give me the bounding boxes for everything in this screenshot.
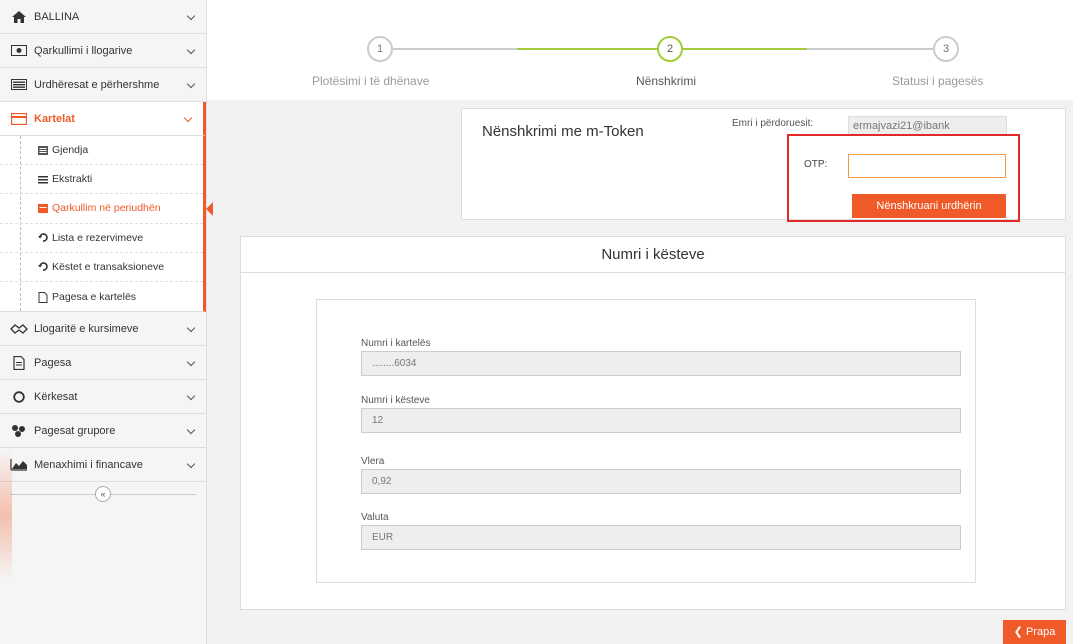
sidebar-item-label: Kërkesat <box>34 390 78 403</box>
sidebar: BALLINA Qarkullimi i llogarive Urdhëresa… <box>0 0 213 644</box>
submenu-item-label: Këstet e transaksioneve <box>52 260 165 273</box>
list-icon <box>10 78 28 92</box>
currency-label: Valuta <box>361 512 389 523</box>
step-connector-active <box>517 48 663 50</box>
sidebar-item-label: Menaxhimi i financave <box>34 458 143 471</box>
submenu-item-kestet-transaksioneve[interactable]: Këstet e transaksioneve <box>0 253 203 282</box>
otp-label: OTP: <box>804 159 828 170</box>
handshake-icon <box>10 322 28 336</box>
step-connector <box>807 48 933 50</box>
sidebar-item-label: Qarkullimi i llogarive <box>34 44 133 57</box>
step-3-circle: 3 <box>933 36 959 62</box>
username-label: Emri i përdoruesit: <box>732 118 814 129</box>
eye-icon <box>10 44 28 58</box>
sidebar-item-label: Urdhëresat e përhershme <box>34 78 160 91</box>
circle-icon <box>10 390 28 404</box>
sidebar-item-urdheresat[interactable]: Urdhëresat e përhershme <box>0 68 206 102</box>
card-icon <box>10 112 28 126</box>
submenu-item-label: Gjendja <box>52 144 89 157</box>
list-icon <box>38 175 48 184</box>
sidebar-item-label: Pagesa <box>34 356 72 369</box>
back-button-label: Prapa <box>1025 626 1056 638</box>
sidebar-item-label: Kartelat <box>34 112 75 125</box>
amount-label: Vlera <box>361 456 385 467</box>
step-2-circle: 2 <box>657 36 683 62</box>
submenu-item-label: Ekstrakti <box>52 173 93 186</box>
sidebar-item-menaxhimi-financave[interactable]: Menaxhimi i financave <box>0 448 206 483</box>
step-3-label: Statusi i pagesës <box>892 74 984 88</box>
history-icon <box>38 233 48 242</box>
collapse-sidebar-button[interactable]: « <box>95 486 111 503</box>
sidebar-collapse-row: « <box>0 482 206 506</box>
chart-icon <box>10 458 28 472</box>
sign-order-button[interactable]: Nënshkruani urdhërin <box>852 194 1006 218</box>
username-field: ermajvazi21@ibank <box>848 116 1007 136</box>
submenu-item-ekstrakti[interactable]: Ekstrakti <box>0 165 203 195</box>
step-2-label: Nënshkrimi <box>636 74 697 88</box>
installments-form: Numri i kartelës ........6034 Numri i kë… <box>316 299 976 583</box>
panel-title: Numri i kësteve <box>241 237 1065 273</box>
group-icon <box>10 424 28 438</box>
submenu-item-pagesa-karteles[interactable]: Pagesa e kartelës <box>0 282 203 311</box>
submenu-item-label: Pagesa e kartelës <box>52 290 137 303</box>
balance-icon <box>38 145 48 155</box>
sidebar-item-pagesa[interactable]: Pagesa <box>0 346 206 381</box>
signing-panel: Nënshkrimi me m-Token Emri i përdoruesit… <box>461 108 1066 222</box>
sidebar-item-ballina[interactable]: BALLINA <box>0 0 206 34</box>
installments-panel: Numri i kësteve Numri i kartelës .......… <box>240 236 1066 610</box>
sidebar-item-kerkesat[interactable]: Kërkesat <box>0 380 206 415</box>
installments-count-label: Numri i kësteve <box>361 395 430 406</box>
step-1-label: Plotësimi i të dhënave <box>312 74 430 88</box>
currency-field: EUR <box>361 525 961 550</box>
amount-field: 0,92 <box>361 469 961 494</box>
submenu-item-lista-rezervimeve[interactable]: Lista e rezervimeve <box>0 224 203 253</box>
sidebar-item-llogarite-kursimeve[interactable]: Llogaritë e kursimeve <box>0 312 206 347</box>
sidebar-item-kartelat[interactable]: Kartelat <box>0 102 206 136</box>
sidebar-item-label: Pagesat grupore <box>34 424 116 437</box>
kartelat-submenu: Gjendja Ekstrakti Qarkullim në periudhën… <box>0 136 213 313</box>
progress-stepper: 1 2 3 Plotësimi i të dhënave Nënshkrimi … <box>207 0 1073 100</box>
sidebar-item-label: Llogaritë e kursimeve <box>34 322 139 335</box>
otp-input[interactable] <box>848 154 1006 178</box>
decorative-accent <box>0 450 12 580</box>
chevron-left-icon: ❮ <box>1013 626 1026 638</box>
sidebar-item-qarkullimi[interactable]: Qarkullimi i llogarive <box>0 34 206 68</box>
back-button[interactable]: ❮ Prapa <box>1003 620 1066 644</box>
sidebar-item-label: BALLINA <box>34 10 80 23</box>
signing-title: Nënshkrimi me m-Token <box>482 123 644 140</box>
home-icon <box>10 10 28 24</box>
card-number-field: ........6034 <box>361 351 961 376</box>
step-1-circle: 1 <box>367 36 393 62</box>
history-icon <box>38 262 48 272</box>
document-icon <box>10 355 28 370</box>
submenu-item-gjendja[interactable]: Gjendja <box>0 136 203 166</box>
sidebar-item-pagesat-grupore[interactable]: Pagesat grupore <box>0 414 206 449</box>
submenu-item-label: Lista e rezervimeve <box>52 231 144 244</box>
document-icon <box>38 292 48 304</box>
submenu-item-qarkullim[interactable]: Qarkullim në periudhën <box>0 194 213 224</box>
calendar-icon <box>38 203 48 213</box>
card-number-label: Numri i kartelës <box>361 338 431 349</box>
submenu-item-label: Qarkullim në periudhën <box>52 202 161 215</box>
installments-count-field: 12 <box>361 408 961 433</box>
